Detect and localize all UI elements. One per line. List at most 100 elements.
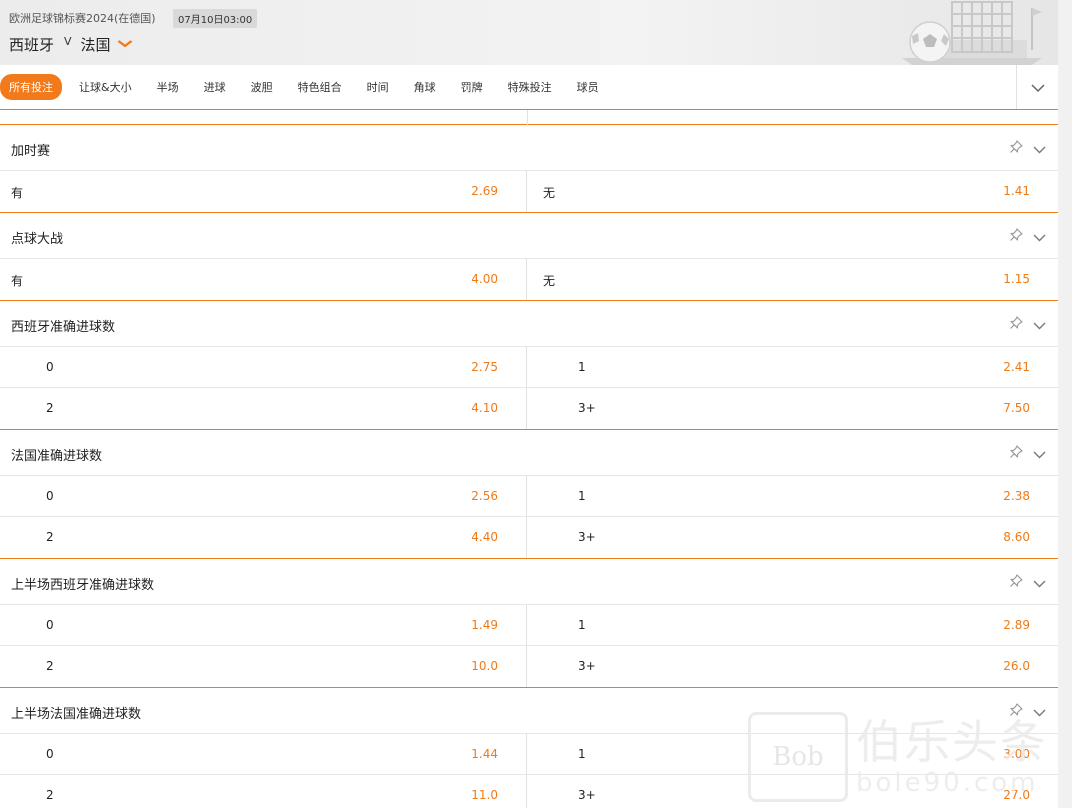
odds-value: 11.0 xyxy=(471,788,498,802)
pin-icon[interactable] xyxy=(1009,315,1023,334)
market-section: 上半场西班牙准确进球数 0 1.49 1 2.89 2 10.0 3+ 26.0 xyxy=(0,559,1058,688)
market-header[interactable]: 点球大战 xyxy=(0,213,1058,259)
pin-icon[interactable] xyxy=(1009,573,1023,592)
selection-label: 0 xyxy=(46,618,54,632)
bet-option[interactable]: 1 2.89 xyxy=(528,605,1058,646)
chevron-down-icon[interactable] xyxy=(1033,573,1046,592)
market-title: 点球大战 xyxy=(11,232,64,247)
odds-value: 27.0 xyxy=(1003,788,1030,802)
bet-option[interactable]: 2 11.0 xyxy=(0,775,527,808)
chevron-down-icon[interactable] xyxy=(117,38,133,52)
vs-label: V xyxy=(64,35,72,48)
odds-row: 有 4.00 无 1.15 xyxy=(0,259,1058,300)
selection-label: 0 xyxy=(46,747,54,761)
tabs-expand-button[interactable] xyxy=(1016,65,1058,109)
bet-option[interactable]: 0 1.44 xyxy=(0,734,527,775)
odds-value: 2.56 xyxy=(471,489,498,503)
odds-row: 2 4.40 3+ 8.60 xyxy=(0,517,1058,558)
market-header[interactable]: 上半场西班牙准确进球数 xyxy=(0,559,1058,605)
odds-value: 1.44 xyxy=(471,747,498,761)
chevron-down-icon[interactable] xyxy=(1033,315,1046,334)
odds-row: 2 11.0 3+ 27.0 xyxy=(0,775,1058,808)
odds-value: 2.69 xyxy=(471,184,498,198)
odds-value: 1.15 xyxy=(1003,272,1030,286)
market-header[interactable]: 西班牙准确进球数 xyxy=(0,301,1058,347)
bet-option[interactable]: 无 1.41 xyxy=(528,171,1058,212)
match-datetime: 07月10日03:00 xyxy=(173,9,258,28)
previous-market-tail xyxy=(0,110,1058,125)
selection-label: 0 xyxy=(46,360,54,374)
selection-label: 2 xyxy=(46,788,54,802)
selection-label: 有 xyxy=(11,186,24,200)
tab-players[interactable]: 球员 xyxy=(577,79,599,95)
market-tabs: 所有投注 让球&大小 半场 进球 波胆 特色组合 时间 角球 罚牌 特殊投注 球… xyxy=(0,65,1058,110)
odds-value: 7.50 xyxy=(1003,401,1030,415)
tab-cards[interactable]: 罚牌 xyxy=(461,79,483,95)
selection-label: 3+ xyxy=(578,530,596,544)
tab-corners[interactable]: 角球 xyxy=(414,79,436,95)
selection-label: 有 xyxy=(11,274,24,288)
bet-option[interactable]: 3+ 8.60 xyxy=(528,517,1058,558)
odds-row: 0 2.56 1 2.38 xyxy=(0,476,1058,517)
bet-option[interactable]: 0 2.56 xyxy=(0,476,527,517)
bet-option[interactable]: 3+ 27.0 xyxy=(528,775,1058,808)
bet-option[interactable]: 1 3.00 xyxy=(528,734,1058,775)
home-team: 西班牙 xyxy=(9,36,55,54)
market-title: 上半场西班牙准确进球数 xyxy=(11,578,155,593)
selection-label: 3+ xyxy=(578,401,596,415)
tab-handicap-over-under[interactable]: 让球&大小 xyxy=(79,79,132,95)
chevron-down-icon[interactable] xyxy=(1033,139,1046,158)
bet-option[interactable]: 3+ 26.0 xyxy=(528,646,1058,687)
scrollbar[interactable] xyxy=(1058,0,1072,808)
market-section: 西班牙准确进球数 0 2.75 1 2.41 2 4.10 3+ 7.50 xyxy=(0,301,1058,430)
match-header: 欧洲足球锦标赛2024(在德国) 07月10日03:00 西班牙 V 法国 xyxy=(0,0,1058,65)
market-section: 法国准确进球数 0 2.56 1 2.38 2 4.40 3+ 8.60 xyxy=(0,430,1058,559)
market-section: 上半场法国准确进球数 0 1.44 1 3.00 2 11.0 3+ 27.0 xyxy=(0,688,1058,808)
tab-special-bets[interactable]: 特殊投注 xyxy=(508,79,552,95)
market-section: 点球大战有 4.00 无 1.15 xyxy=(0,213,1058,301)
odds-value: 3.00 xyxy=(1003,747,1030,761)
bet-option[interactable]: 0 1.49 xyxy=(0,605,527,646)
bet-option[interactable]: 2 4.10 xyxy=(0,388,527,429)
chevron-down-icon[interactable] xyxy=(1033,444,1046,463)
markets-list: 加时赛有 2.69 无 1.41 点球大战有 4.00 无 1.15 西班牙准确进球数 0 2.75… xyxy=(0,110,1058,808)
odds-value: 2.38 xyxy=(1003,489,1030,503)
teams[interactable]: 西班牙 V 法国 xyxy=(9,34,133,55)
tab-time[interactable]: 时间 xyxy=(367,79,389,95)
odds-row: 0 2.75 1 2.41 xyxy=(0,347,1058,388)
bet-option[interactable]: 3+ 7.50 xyxy=(528,388,1058,429)
market-title: 上半场法国准确进球数 xyxy=(11,707,142,722)
odds-value: 2.41 xyxy=(1003,360,1030,374)
pin-icon[interactable] xyxy=(1009,227,1023,246)
bet-option[interactable]: 2 10.0 xyxy=(0,646,527,687)
market-header[interactable]: 法国准确进球数 xyxy=(0,430,1058,476)
selection-label: 2 xyxy=(46,659,54,673)
tab-specials-combo[interactable]: 特色组合 xyxy=(298,79,342,95)
tab-goals[interactable]: 进球 xyxy=(204,79,226,95)
chevron-down-icon[interactable] xyxy=(1033,227,1046,246)
odds-row: 0 1.49 1 2.89 xyxy=(0,605,1058,646)
bet-option[interactable]: 1 2.41 xyxy=(528,347,1058,388)
bet-option[interactable]: 1 2.38 xyxy=(528,476,1058,517)
tab-half-time[interactable]: 半场 xyxy=(157,79,179,95)
odds-value: 26.0 xyxy=(1003,659,1030,673)
bet-option[interactable]: 无 1.15 xyxy=(528,259,1058,300)
odds-value: 2.89 xyxy=(1003,618,1030,632)
odds-value: 2.75 xyxy=(471,360,498,374)
bet-option[interactable]: 0 2.75 xyxy=(0,347,527,388)
chevron-down-icon xyxy=(1030,78,1045,97)
bet-option[interactable]: 有 4.00 xyxy=(0,259,527,300)
market-header[interactable]: 上半场法国准确进球数 xyxy=(0,688,1058,734)
pin-icon[interactable] xyxy=(1009,139,1023,158)
market-header[interactable]: 加时赛 xyxy=(0,125,1058,171)
chevron-down-icon[interactable] xyxy=(1033,702,1046,721)
bet-option[interactable]: 有 2.69 xyxy=(0,171,527,212)
market-title: 西班牙准确进球数 xyxy=(11,320,116,335)
pin-icon[interactable] xyxy=(1009,444,1023,463)
odds-value: 4.40 xyxy=(471,530,498,544)
selection-label: 1 xyxy=(578,489,586,503)
tab-all-bets[interactable]: 所有投注 xyxy=(0,74,62,100)
pin-icon[interactable] xyxy=(1009,702,1023,721)
tab-correct-score[interactable]: 波胆 xyxy=(251,79,273,95)
bet-option[interactable]: 2 4.40 xyxy=(0,517,527,558)
